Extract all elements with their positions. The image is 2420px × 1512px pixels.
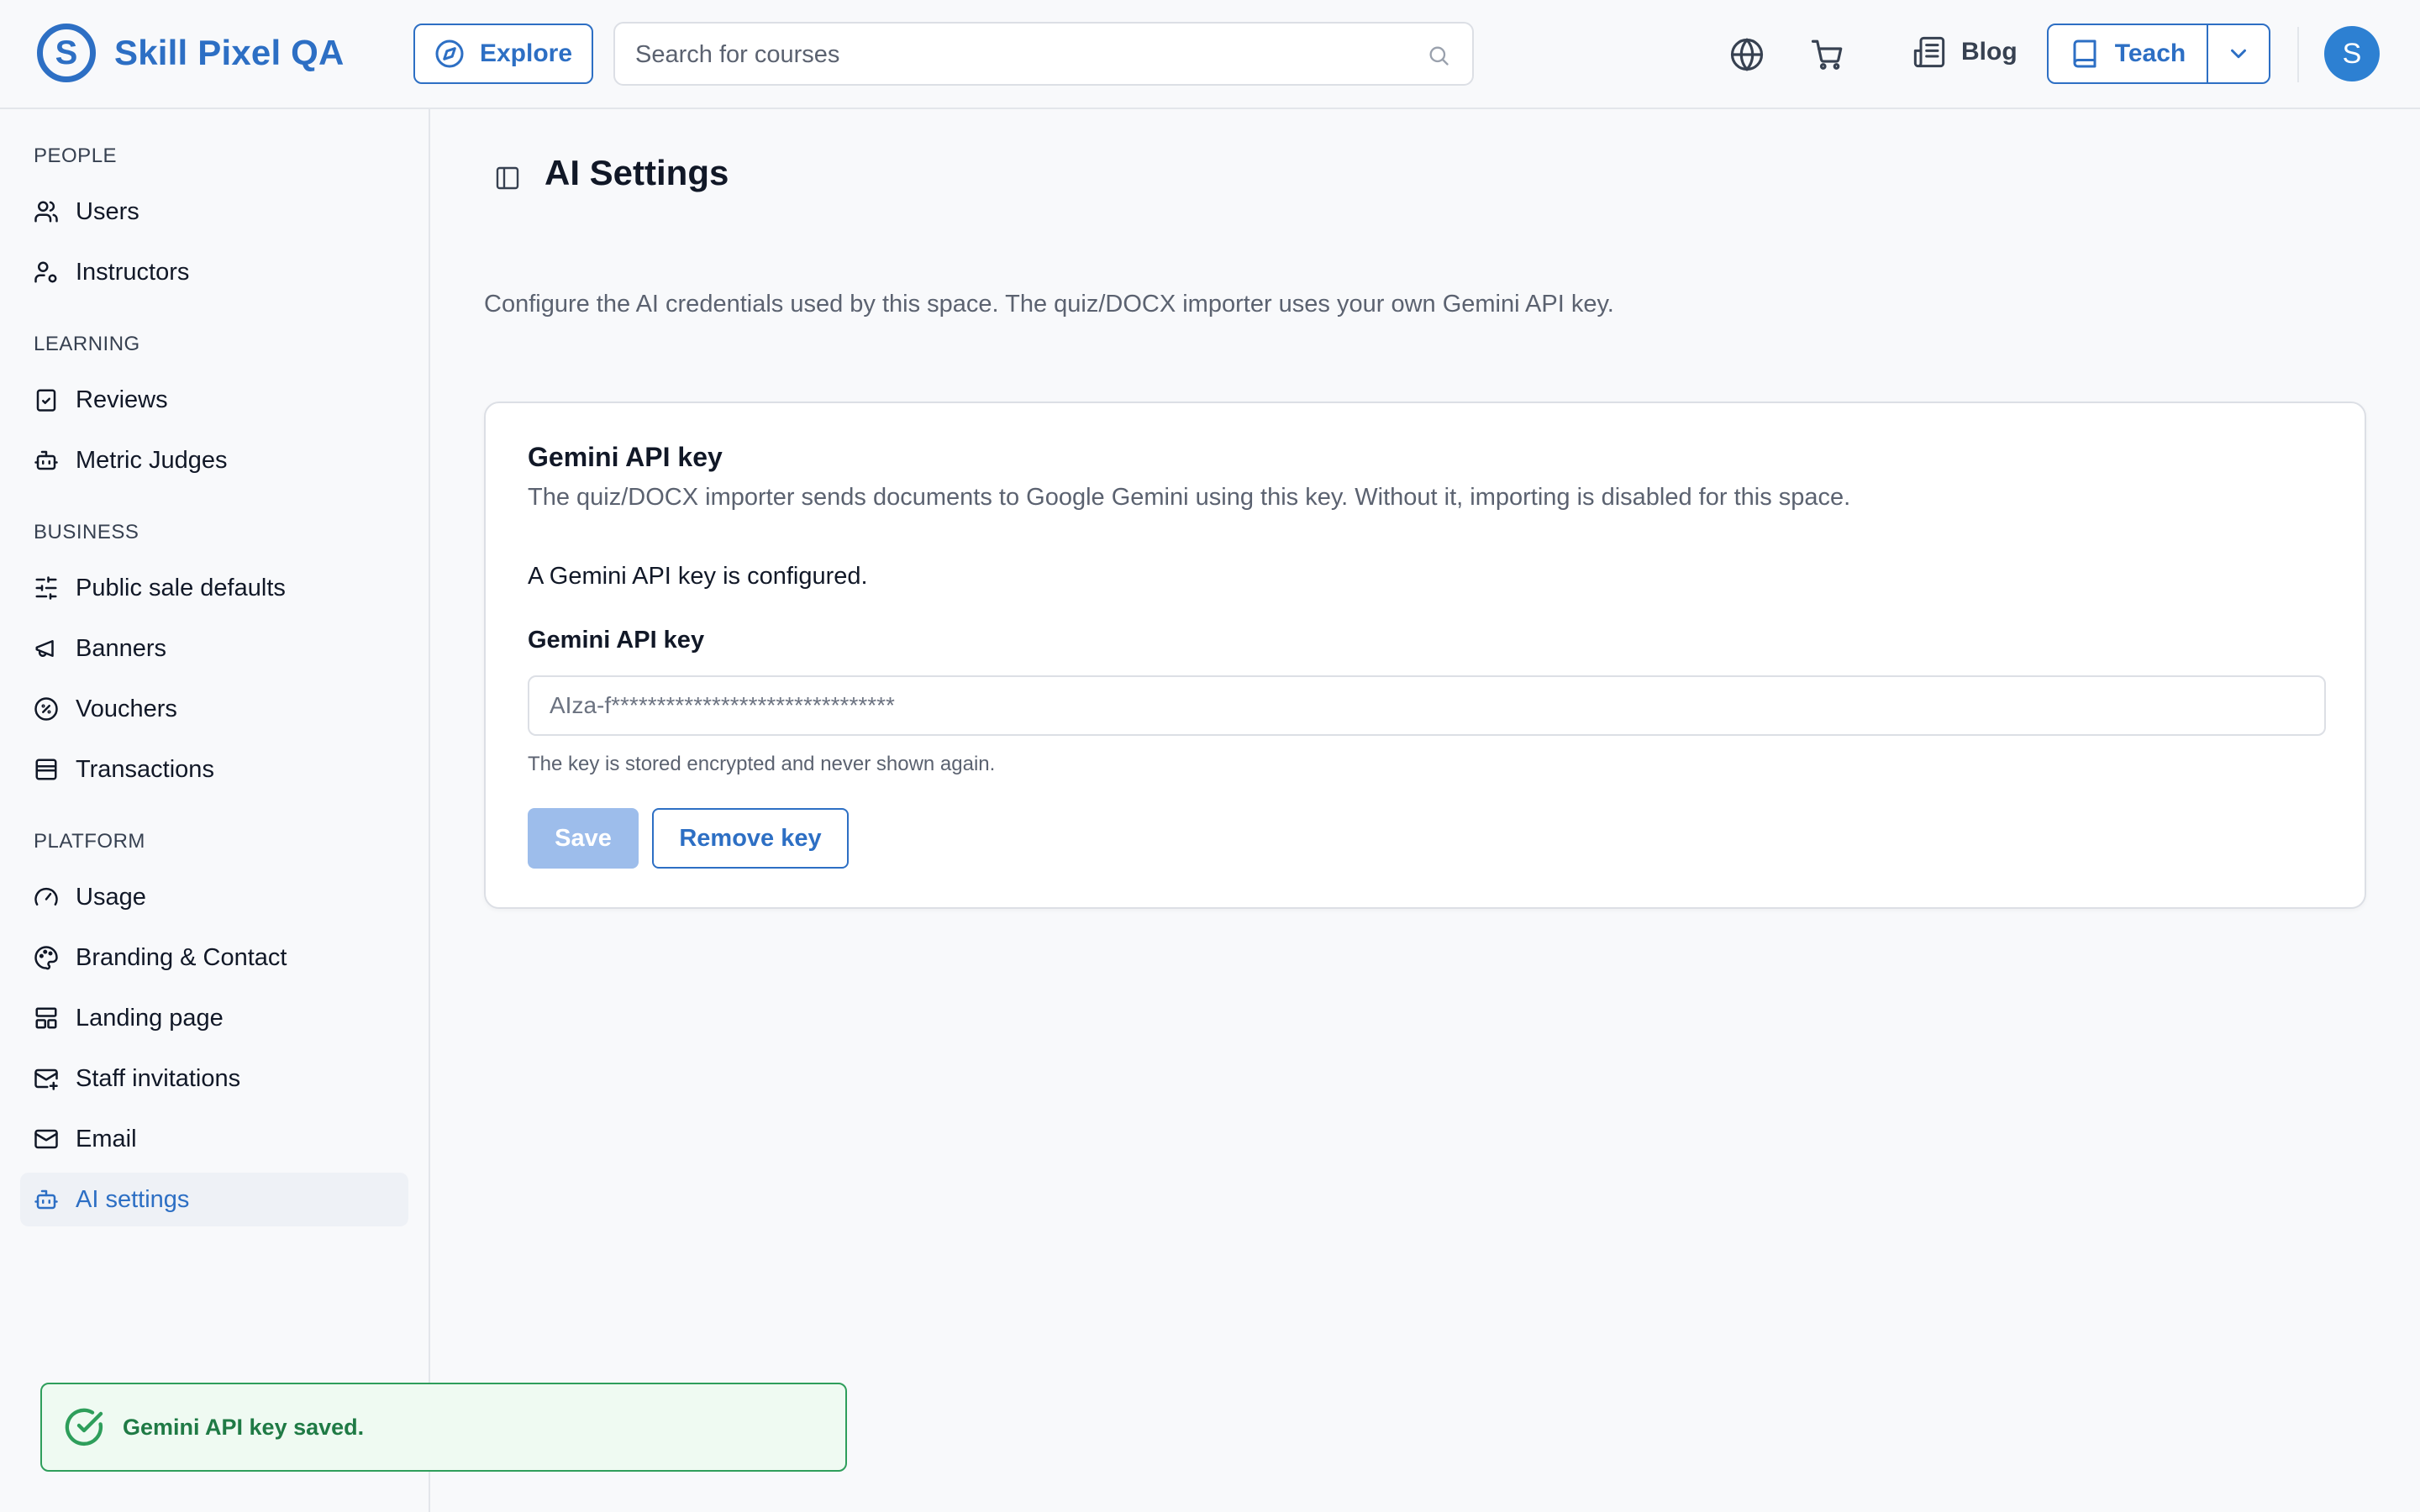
sidebar-item-label: Email xyxy=(76,1125,137,1152)
clipboard-check-icon xyxy=(34,387,76,412)
card-description: The quiz/DOCX importer sends documents t… xyxy=(528,484,1851,511)
api-key-input[interactable] xyxy=(528,675,2326,736)
teach-menu-toggle[interactable] xyxy=(2207,25,2269,82)
sidebar: PEOPLE Users Instructors LEARNING Review… xyxy=(0,109,430,1512)
gemini-key-card: Gemini API key The quiz/DOCX importer se… xyxy=(484,402,2366,909)
badge-percent-icon xyxy=(34,696,76,722)
sidebar-item-label: Transactions xyxy=(76,755,214,783)
toast-message: Gemini API key saved. xyxy=(123,1414,365,1440)
sidebar-item-metric-judges[interactable]: Metric Judges xyxy=(20,433,408,487)
user-cog-icon xyxy=(34,260,76,285)
sidebar-section-business: BUSINESS xyxy=(34,521,139,543)
blog-label: Blog xyxy=(1961,38,2018,66)
teach-button-group: Teach xyxy=(2047,24,2270,84)
explore-label: Explore xyxy=(479,39,573,67)
sidebar-item-branding-contact[interactable]: Branding & Contact xyxy=(20,931,408,984)
compass-icon xyxy=(434,39,480,69)
mail-icon xyxy=(34,1126,76,1152)
sliders-icon xyxy=(34,575,76,601)
logo-icon: S xyxy=(37,24,96,82)
sidebar-item-landing-page[interactable]: Landing page xyxy=(20,991,408,1045)
key-status-text: A Gemini API key is configured. xyxy=(528,563,868,590)
sidebar-item-banners[interactable]: Banners xyxy=(20,622,408,675)
app-name: Skill Pixel QA xyxy=(114,33,345,72)
users-icon xyxy=(34,199,76,224)
gauge-icon xyxy=(34,885,76,910)
sidebar-item-label: Usage xyxy=(76,883,146,911)
cart-icon[interactable] xyxy=(1810,37,1845,72)
header-divider xyxy=(2297,27,2299,82)
api-key-label: Gemini API key xyxy=(528,627,705,654)
success-toast: Gemini API key saved. xyxy=(40,1383,847,1472)
search-bar xyxy=(613,22,1474,86)
card-title: Gemini API key xyxy=(528,442,723,472)
sidebar-item-label: Users xyxy=(76,197,139,225)
sidebar-toggle-icon[interactable] xyxy=(494,165,521,192)
sidebar-item-label: Reviews xyxy=(76,386,168,413)
mail-plus-icon xyxy=(34,1066,76,1091)
api-key-hint: The key is stored encrypted and never sh… xyxy=(528,753,996,775)
sidebar-item-label: Banners xyxy=(76,634,167,662)
layout-icon xyxy=(34,1005,76,1031)
sidebar-item-label: Vouchers xyxy=(76,695,177,722)
palette-icon xyxy=(34,945,76,970)
sidebar-section-learning: LEARNING xyxy=(34,333,140,355)
logo[interactable]: S Skill Pixel QA xyxy=(37,24,345,82)
newspaper-icon xyxy=(1912,35,1961,69)
sidebar-item-label: AI settings xyxy=(76,1185,190,1213)
teach-button[interactable]: Teach xyxy=(2049,25,2207,82)
sidebar-item-label: Public sale defaults xyxy=(76,574,286,601)
teach-label: Teach xyxy=(2114,39,2186,67)
sidebar-item-instructors[interactable]: Instructors xyxy=(20,245,408,299)
avatar[interactable]: S xyxy=(2324,26,2380,81)
sidebar-item-label: Instructors xyxy=(76,258,190,286)
page-description: Configure the AI credentials used by thi… xyxy=(484,291,1614,318)
search-input[interactable] xyxy=(635,39,1408,71)
sidebar-item-transactions[interactable]: Transactions xyxy=(20,743,408,796)
sidebar-item-label: Staff invitations xyxy=(76,1064,241,1092)
sidebar-item-vouchers[interactable]: Vouchers xyxy=(20,682,408,736)
receipt-icon xyxy=(34,757,76,782)
sidebar-item-email[interactable]: Email xyxy=(20,1112,408,1166)
search-icon[interactable] xyxy=(1427,44,1450,67)
top-header: S Skill Pixel QA Explore Blog Teach xyxy=(0,0,2420,109)
sidebar-section-people: PEOPLE xyxy=(34,144,118,167)
sidebar-item-label: Metric Judges xyxy=(76,446,228,474)
sidebar-item-users[interactable]: Users xyxy=(20,185,408,239)
globe-icon[interactable] xyxy=(1729,37,1765,72)
bot-icon xyxy=(34,1187,76,1212)
remove-key-button[interactable]: Remove key xyxy=(652,808,849,869)
bot-icon xyxy=(34,448,76,473)
explore-button[interactable]: Explore xyxy=(413,24,593,84)
sidebar-item-usage[interactable]: Usage xyxy=(20,870,408,924)
sidebar-item-ai-settings[interactable]: AI settings xyxy=(20,1173,408,1226)
sidebar-item-label: Landing page xyxy=(76,1004,224,1032)
page-title: AI Settings xyxy=(544,153,729,192)
chevron-down-icon xyxy=(2226,41,2251,66)
sidebar-section-platform: PLATFORM xyxy=(34,830,145,853)
sidebar-item-label: Branding & Contact xyxy=(76,943,287,971)
check-circle-icon xyxy=(64,1407,123,1447)
book-icon xyxy=(2070,39,2115,69)
sidebar-item-public-sale-defaults[interactable]: Public sale defaults xyxy=(20,561,408,615)
blog-link[interactable]: Blog xyxy=(1912,35,2018,69)
sidebar-item-reviews[interactable]: Reviews xyxy=(20,373,408,427)
megaphone-icon xyxy=(34,636,76,661)
sidebar-item-staff-invitations[interactable]: Staff invitations xyxy=(20,1052,408,1105)
save-button[interactable]: Save xyxy=(528,808,639,869)
